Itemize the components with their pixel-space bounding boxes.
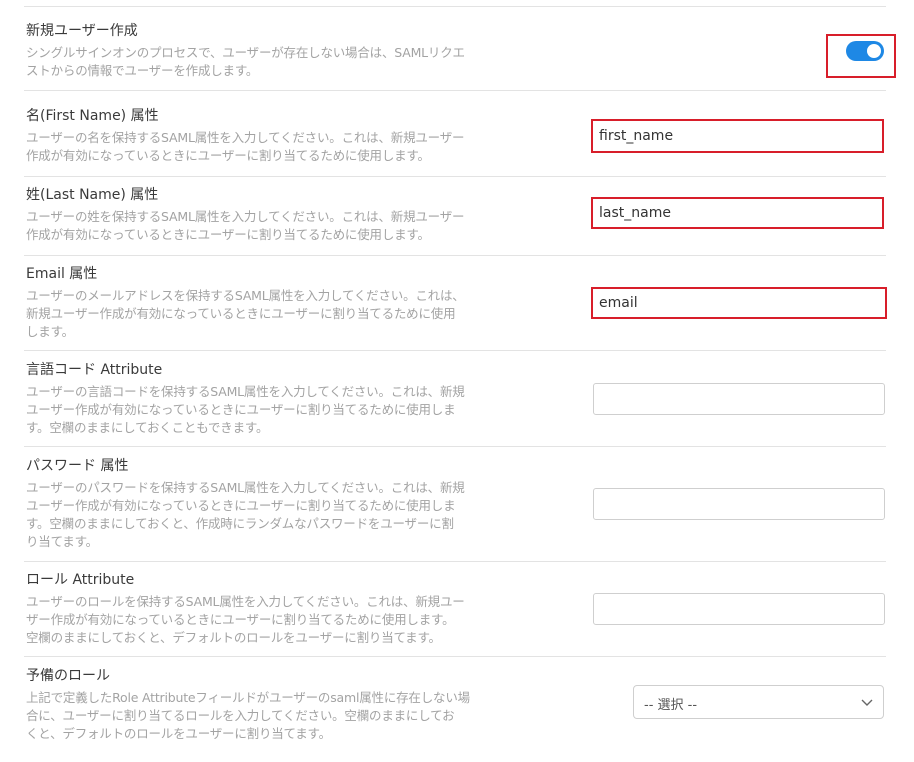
description-line: 作成が有効になっているときにユーザーに割り当てるために使用します。 — [26, 148, 430, 163]
fallback-role-label: 予備のロール — [26, 668, 110, 684]
first-name-description: ユーザーの名を保持するSAML属性を入力してください。これは、新規ユーザー 作成… — [26, 129, 526, 165]
password-label: パスワード 属性 — [26, 458, 129, 474]
divider — [24, 90, 886, 91]
first-name-label: 名(First Name) 属性 — [26, 108, 159, 124]
chevron-down-icon — [861, 699, 873, 706]
create-user-label: 新規ユーザー作成 — [26, 23, 138, 39]
description-line: くと、デフォルトのロールをユーザーに割り当てます。 — [26, 726, 331, 741]
divider — [24, 350, 886, 351]
divider — [24, 446, 886, 447]
language-description: ユーザーの言語コードを保持するSAML属性を入力してください。これは、新規 ユー… — [26, 383, 526, 437]
divider — [24, 6, 886, 7]
description-line: ユーザーのメールアドレスを保持するSAML属性を入力してください。これは、 — [26, 288, 465, 303]
description-line: ユーザーの姓を保持するSAML属性を入力してください。これは、新規ユーザー — [26, 209, 465, 224]
email-description: ユーザーのメールアドレスを保持するSAML属性を入力してください。これは、 新規… — [26, 287, 526, 341]
role-label: ロール Attribute — [26, 572, 135, 588]
role-input[interactable] — [593, 593, 885, 625]
password-input[interactable] — [593, 488, 885, 520]
language-label: 言語コード Attribute — [26, 362, 163, 378]
email-input[interactable] — [591, 287, 887, 319]
divider — [24, 656, 886, 657]
description-line: 新規ユーザー作成が有効になっているときにユーザーに割り当てるために使用 — [26, 306, 456, 321]
email-label: Email 属性 — [26, 266, 98, 282]
last-name-input[interactable] — [591, 197, 884, 229]
description-line: ユーザーの言語コードを保持するSAML属性を入力してください。これは、新規 — [26, 384, 465, 399]
description-line: ユーザー作成が有効になっているときにユーザーに割り当てるために使用しま — [26, 498, 456, 513]
first-name-input[interactable] — [591, 119, 884, 153]
role-description: ユーザーのロールを保持するSAML属性を入力してください。これは、新規ユー ザー… — [26, 593, 526, 647]
description-line: ユーザー作成が有効になっているときにユーザーに割り当てるために使用しま — [26, 402, 456, 417]
fallback-role-description: 上記で定義したRole Attributeフィールドがユーザーのsaml属性に存… — [26, 689, 526, 743]
divider — [24, 176, 886, 177]
divider — [24, 561, 886, 562]
description-line: シングルサインオンのプロセスで、ユーザーが存在しない場合は、SAMLリクエ — [26, 45, 465, 60]
description-line: ユーザーの名を保持するSAML属性を入力してください。これは、新規ユーザー — [26, 130, 465, 145]
fallback-role-select[interactable]: -- 選択 -- — [633, 685, 884, 719]
select-value: -- 選択 -- — [644, 698, 698, 713]
create-user-description: シングルサインオンのプロセスで、ユーザーが存在しない場合は、SAMLリクエ スト… — [26, 44, 526, 80]
description-line: ストからの情報でユーザーを作成します。 — [26, 63, 259, 78]
description-line: す。空欄のままにしておくこともできます。 — [26, 420, 269, 435]
description-line: 合に、ユーザーに割り当てるロールを入力してください。空欄のままにしてお — [26, 708, 455, 723]
description-line: します。 — [26, 324, 74, 339]
language-input[interactable] — [593, 383, 885, 415]
create-user-toggle[interactable] — [846, 41, 884, 61]
description-line: り当てます。 — [26, 534, 98, 549]
description-line: ユーザーのパスワードを保持するSAML属性を入力してください。これは、新規 — [26, 480, 465, 495]
description-line: 空欄のままにしておくと、デフォルトのロールをユーザーに割り当てます。 — [26, 630, 441, 645]
description-line: 作成が有効になっているときにユーザーに割り当てるために使用します。 — [26, 227, 430, 242]
toggle-knob — [867, 44, 881, 58]
password-description: ユーザーのパスワードを保持するSAML属性を入力してください。これは、新規 ユー… — [26, 479, 526, 551]
description-line: ザー作成が有効になっているときにユーザーに割り当てるために使用します。 — [26, 612, 455, 627]
last-name-label: 姓(Last Name) 属性 — [26, 187, 159, 203]
divider — [24, 255, 886, 256]
description-line: 上記で定義したRole Attributeフィールドがユーザーのsaml属性に存… — [26, 690, 470, 705]
last-name-description: ユーザーの姓を保持するSAML属性を入力してください。これは、新規ユーザー 作成… — [26, 208, 526, 244]
description-line: す。空欄のままにしておくと、作成時にランダムなパスワードをユーザーに割 — [26, 516, 454, 531]
description-line: ユーザーのロールを保持するSAML属性を入力してください。これは、新規ユー — [26, 594, 465, 609]
